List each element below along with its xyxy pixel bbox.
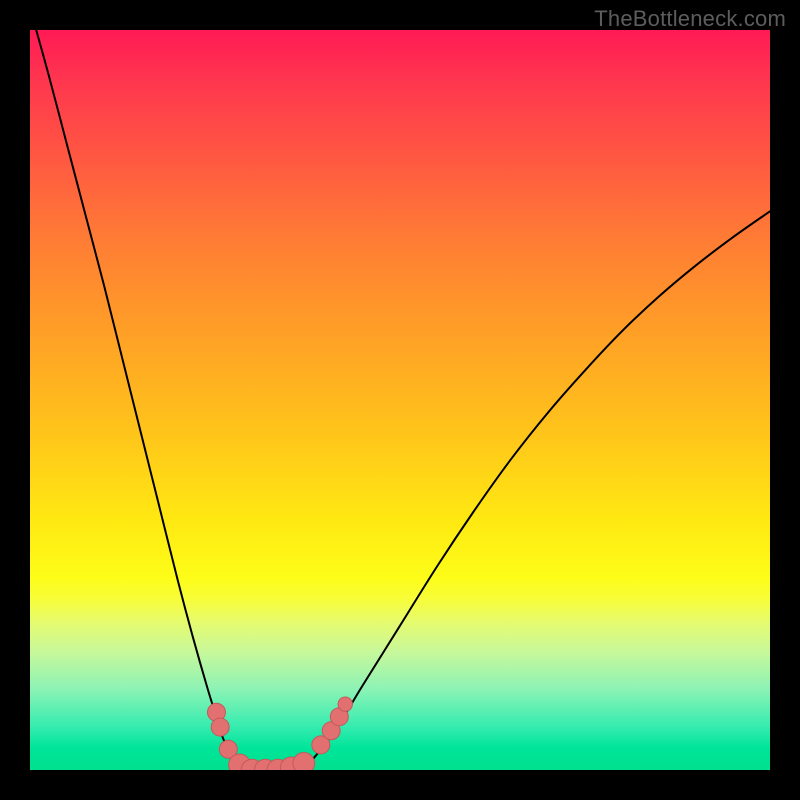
watermark-text: TheBottleneck.com [594, 6, 786, 32]
marker-dot [338, 697, 352, 711]
marker-dot [293, 753, 315, 770]
marker-dot [211, 718, 229, 736]
bottleneck-curve [30, 30, 770, 770]
data-markers [207, 697, 352, 770]
plot-area [30, 30, 770, 770]
chart-svg [30, 30, 770, 770]
curve-path [30, 30, 770, 770]
chart-frame: TheBottleneck.com [0, 0, 800, 800]
